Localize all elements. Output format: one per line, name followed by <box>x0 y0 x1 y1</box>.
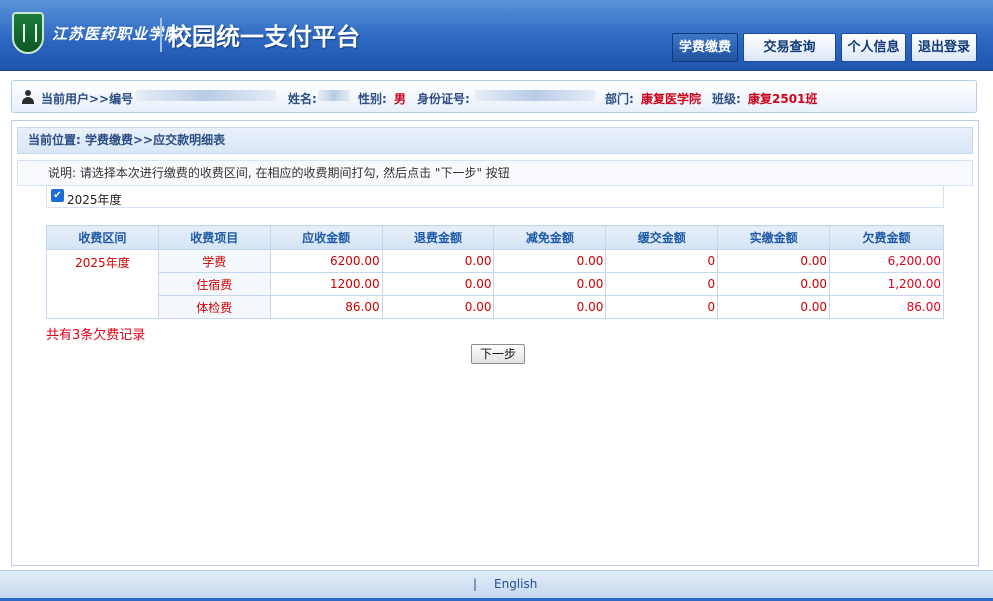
id-number-label: 身份证号: <box>417 92 470 106</box>
column-header: 实缴金额 <box>717 225 831 250</box>
table-header-row: 收费区间 收费项目 应收金额 退费金额 减免金额 缓交金额 实缴金额 欠费金额 <box>46 225 944 250</box>
next-step-button[interactable]: 下一步 <box>471 344 525 364</box>
redacted-user-id <box>136 90 276 101</box>
deferred-cell: 0 <box>605 272 719 296</box>
nav-personal-info[interactable]: 个人信息 <box>841 33 906 62</box>
title-divider <box>160 18 162 52</box>
gender-label: 性别: <box>358 92 387 106</box>
reduction-cell: 0.00 <box>493 272 607 296</box>
class-label: 班级: <box>712 92 741 106</box>
column-header: 退费金额 <box>381 225 495 250</box>
current-user-label: 当前用户>>编号 <box>41 92 134 106</box>
paid-cell: 0.00 <box>717 249 831 273</box>
redacted-name <box>318 90 350 101</box>
redacted-id-number <box>475 90 595 101</box>
column-header: 收费项目 <box>157 225 271 250</box>
column-header: 减免金额 <box>493 225 607 250</box>
owed-cell: 6,200.00 <box>829 249 944 273</box>
fee-item-cell: 体检费 <box>157 295 271 319</box>
refund-cell: 0.00 <box>381 272 495 296</box>
refund-cell: 0.00 <box>381 295 495 319</box>
table-row: 2025年度 学费 6200.00 0.00 0.00 0 0.00 6,200… <box>46 249 944 319</box>
fee-table: 收费区间 收费项目 应收金额 退费金额 减免金额 缓交金额 实缴金额 欠费金额 … <box>46 225 944 319</box>
main-panel: 当前位置: 学费缴费>>应交款明细表 说明: 请选择本次进行缴费的收费区间, 在… <box>11 120 979 566</box>
paid-cell: 0.00 <box>717 272 831 296</box>
instruction-text: 说明: 请选择本次进行缴费的收费区间, 在相应的收费期间打勾, 然后点击 "下一… <box>17 160 973 186</box>
user-icon <box>21 90 35 104</box>
department-label: 部门: <box>605 92 634 106</box>
nav-tuition-payment[interactable]: 学费缴费 <box>672 33 738 62</box>
footer: | English <box>0 570 993 601</box>
owed-cell: 86.00 <box>829 295 944 319</box>
footer-separator: | <box>473 577 478 591</box>
table-row: 住宿费 1200.00 0.00 0.00 0 0.00 1,200.00 <box>47 272 944 296</box>
column-header: 应收金额 <box>269 225 383 250</box>
department-value: 康复医学院 <box>641 92 702 106</box>
deferred-cell: 0 <box>605 249 719 273</box>
receivable-cell: 6200.00 <box>269 249 383 273</box>
refund-cell: 0.00 <box>381 249 495 273</box>
deferred-cell: 0 <box>605 295 719 319</box>
column-header: 收费区间 <box>46 225 159 250</box>
table-row: 体检费 86.00 0.00 0.00 0 0.00 86.00 <box>47 295 944 319</box>
column-header: 欠费金额 <box>829 225 944 250</box>
english-language-link[interactable]: English <box>494 577 537 591</box>
nav-transaction-query[interactable]: 交易查询 <box>743 33 836 62</box>
school-logo-icon <box>12 12 44 54</box>
fee-item-cell: 学费 <box>157 249 271 273</box>
fee-item-cell: 住宿费 <box>157 272 271 296</box>
name-label: 姓名: <box>288 92 317 106</box>
year-checkbox[interactable]: ✔ <box>51 189 64 202</box>
header-banner: 江苏医药职业学院 校园统一支付平台 学费缴费 交易查询 个人信息 退出登录 <box>0 0 993 71</box>
platform-title: 校园统一支付平台 <box>168 23 360 51</box>
reduction-cell: 0.00 <box>493 295 607 319</box>
paid-cell: 0.00 <box>717 295 831 319</box>
column-header: 缓交金额 <box>605 225 719 250</box>
receivable-cell: 86.00 <box>269 295 383 319</box>
receivable-cell: 1200.00 <box>269 272 383 296</box>
year-checkbox-label[interactable]: 2025年度 <box>67 191 122 208</box>
breadcrumb: 当前位置: 学费缴费>>应交款明细表 <box>17 127 973 154</box>
nav-logout[interactable]: 退出登录 <box>911 33 977 62</box>
owed-cell: 1,200.00 <box>829 272 944 296</box>
user-info-bar: 当前用户>>编号 姓名: 性别: 男 身份证号: 部门: 康复医学院 班级: 康… <box>11 80 977 113</box>
reduction-cell: 0.00 <box>493 249 607 273</box>
arrears-summary: 共有3条欠费记录 <box>46 328 146 343</box>
year-selection-row: ✔ 2025年度 <box>46 186 944 208</box>
fee-period-cell: 2025年度 <box>46 249 159 319</box>
class-value: 康复2501班 <box>748 92 818 106</box>
gender-value: 男 <box>394 92 407 106</box>
